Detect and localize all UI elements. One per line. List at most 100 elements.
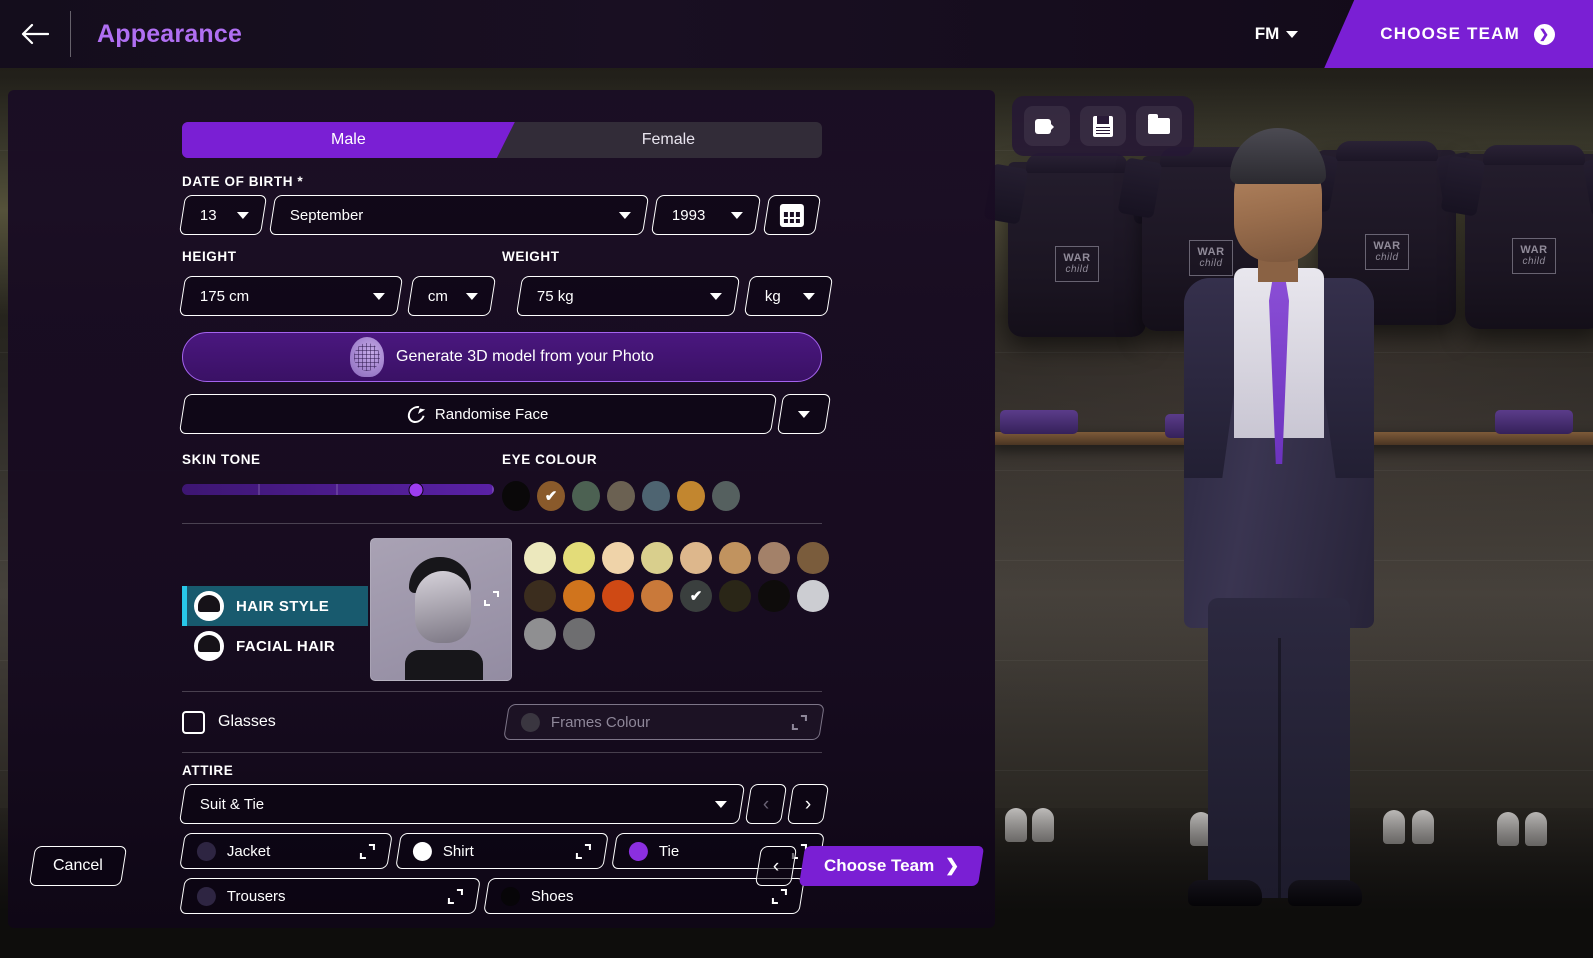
expand-icon[interactable]	[792, 714, 807, 730]
attire-colour-swatch	[629, 841, 648, 861]
expand-icon[interactable]	[576, 843, 591, 859]
eye-colour-swatch-0[interactable]	[502, 481, 530, 511]
top-bar: Appearance FM CHOOSE TEAM ❯	[0, 0, 1593, 68]
choose-team-header-label: CHOOSE TEAM	[1380, 24, 1520, 43]
tab-facial-hair-label: FACIAL HAIR	[236, 637, 336, 655]
glasses-checkbox[interactable]	[182, 710, 205, 734]
hair-colour-swatch-13[interactable]	[719, 580, 751, 612]
hair-colour-swatch-4[interactable]	[680, 542, 712, 574]
cancel-button[interactable]: Cancel	[28, 846, 128, 886]
attire-item-label: Trousers	[227, 887, 286, 905]
date-of-birth-label: DATE OF BIRTH *	[182, 174, 304, 189]
attire-item-label: Tie	[659, 842, 680, 860]
load-button[interactable]	[1136, 106, 1182, 146]
weight-select[interactable]: 75 kg	[515, 276, 741, 316]
hair-colour-swatch-10[interactable]	[602, 580, 634, 612]
arrow-left-icon	[21, 23, 49, 45]
back-button[interactable]	[0, 0, 70, 68]
attire-item-shirt[interactable]: Shirt	[395, 833, 609, 869]
eye-colour-swatch-2[interactable]	[572, 481, 600, 511]
attire-item-label: Shoes	[531, 887, 574, 905]
eye-colour-swatch-1[interactable]: ✔	[537, 481, 565, 511]
hair-colour-swatch-5[interactable]	[719, 542, 751, 574]
hair-colour-swatch-11[interactable]	[641, 580, 673, 612]
hair-colour-swatch-8[interactable]	[524, 580, 556, 612]
divider	[70, 11, 71, 57]
skin-tone-slider-handle[interactable]	[408, 482, 424, 497]
eye-colour-swatch-4[interactable]	[642, 481, 670, 511]
divider	[182, 523, 822, 524]
attire-item-trousers[interactable]: Trousers	[179, 878, 481, 914]
video-camera-button[interactable]	[1024, 106, 1070, 146]
hair-colour-swatch-1[interactable]	[563, 542, 595, 574]
tab-facial-hair[interactable]: FACIAL HAIR	[182, 626, 368, 666]
dob-year-value: 1993	[672, 206, 706, 224]
save-button[interactable]	[1080, 106, 1126, 146]
hair-colour-swatch-12[interactable]: ✔	[680, 580, 712, 612]
eye-colour-swatch-3[interactable]	[607, 481, 635, 511]
hair-colour-swatch-7[interactable]	[797, 542, 829, 574]
gender-option-female[interactable]: Female	[515, 122, 822, 158]
randomise-options-button[interactable]	[776, 394, 832, 434]
choose-team-button[interactable]: Choose Team ❯	[798, 846, 985, 886]
gender-option-male[interactable]: Male	[182, 122, 515, 158]
glasses-label: Glasses	[218, 713, 276, 730]
fm-label: FM	[1254, 24, 1280, 43]
arrow-right-circle-icon: ❯	[1534, 23, 1555, 45]
chevron-down-icon	[1286, 30, 1299, 38]
eye-colour-swatch-5[interactable]	[677, 481, 705, 511]
attire-item-jacket[interactable]: Jacket	[179, 833, 393, 869]
expand-icon[interactable]	[484, 591, 499, 606]
dob-year-select[interactable]: 1993	[650, 195, 762, 235]
hair-colour-swatch-15[interactable]	[797, 580, 829, 612]
attire-select[interactable]: Suit & Tie	[178, 784, 746, 824]
expand-icon[interactable]	[448, 888, 463, 904]
video-camera-icon	[1035, 118, 1059, 134]
dob-month-select[interactable]: September	[268, 195, 650, 235]
expand-icon[interactable]	[772, 888, 787, 904]
height-unit-select[interactable]: cm	[407, 276, 497, 316]
face-preview-thumbnail[interactable]	[370, 538, 512, 681]
kit-bag-decoration	[1495, 410, 1573, 434]
height-select[interactable]: 175 cm	[178, 276, 404, 316]
generate-3d-model-button[interactable]: Generate 3D model from your Photo	[182, 332, 822, 382]
tab-hair-style[interactable]: HAIR STYLE	[182, 586, 368, 626]
choose-team-header-button[interactable]: CHOOSE TEAM ❯	[1324, 0, 1593, 68]
manager-avatar	[1168, 128, 1388, 906]
attire-colour-swatch	[197, 886, 216, 906]
chevron-down-icon	[731, 211, 743, 219]
chevron-right-icon: ❯	[944, 856, 959, 875]
dob-day-value: 13	[200, 206, 217, 224]
skin-tone-slider[interactable]	[182, 482, 494, 497]
attire-colour-swatch	[413, 841, 432, 861]
hair-colour-swatch-16[interactable]	[524, 618, 556, 650]
hair-colour-swatch-17[interactable]	[563, 618, 595, 650]
chevron-down-icon	[803, 292, 815, 300]
jersey-logo-top: WAR	[1520, 243, 1548, 256]
calendar-button[interactable]	[762, 195, 822, 235]
hair-colour-swatch-3[interactable]	[641, 542, 673, 574]
eye-colour-swatch-6[interactable]	[712, 481, 740, 511]
attire-value: Suit & Tie	[200, 795, 265, 813]
expand-icon[interactable]	[360, 843, 375, 859]
hair-colour-swatch-14[interactable]	[758, 580, 790, 612]
footer-back-button[interactable]: ‹	[754, 846, 797, 886]
kit-bag-decoration	[1000, 410, 1078, 434]
attire-items-row: Jacket Shirt Tie	[179, 833, 830, 869]
randomise-face-button[interactable]: Randomise Face	[178, 394, 778, 434]
hair-colour-swatch-2[interactable]	[602, 542, 634, 574]
attire-prev-button[interactable]: ‹	[744, 784, 788, 824]
hair-colour-swatch-6[interactable]	[758, 542, 790, 574]
dob-month-value: September	[290, 206, 364, 224]
hair-colour-swatch-9[interactable]	[563, 580, 595, 612]
fm-menu-button[interactable]: FM	[1255, 24, 1299, 44]
height-unit-value: cm	[428, 287, 449, 305]
divider	[182, 752, 822, 753]
hair-colour-swatch-0[interactable]	[524, 542, 556, 574]
tab-hair-style-label: HAIR STYLE	[236, 597, 330, 615]
weight-unit-select[interactable]: kg	[744, 276, 834, 316]
frames-colour-button[interactable]: Frames Colour	[503, 704, 825, 740]
dob-day-select[interactable]: 13	[178, 195, 268, 235]
attire-next-button[interactable]: ›	[786, 784, 830, 824]
chevron-down-icon	[237, 211, 249, 219]
